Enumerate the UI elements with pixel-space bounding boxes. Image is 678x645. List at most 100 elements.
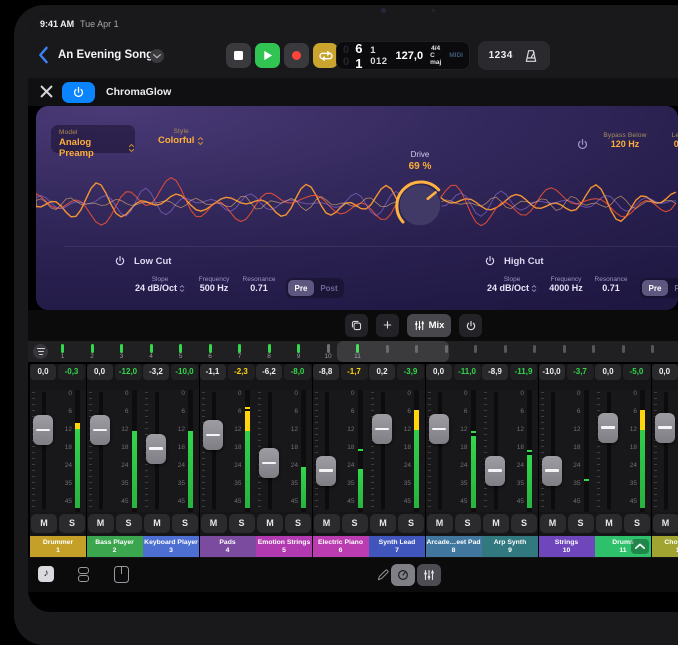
track-name-card[interactable]: Strings 10 — [539, 536, 595, 557]
play-button[interactable] — [255, 43, 280, 68]
channel-volume-readout[interactable]: -1,1 — [200, 364, 226, 380]
channel-volume-readout[interactable]: -6,2 — [256, 364, 282, 380]
fader-cap[interactable] — [33, 415, 53, 445]
low-cut-slope[interactable]: Slope 24 dB/Oct — [132, 276, 188, 293]
mute-button[interactable]: M — [201, 514, 227, 533]
track-name-card[interactable]: Bass Player 2 — [87, 536, 143, 557]
song-title[interactable]: An Evening Song — [58, 49, 153, 61]
solo-button[interactable]: S — [511, 514, 537, 533]
fader-cap[interactable] — [655, 413, 675, 443]
add-track-button[interactable]: + — [376, 314, 399, 337]
high-cut-pre-button[interactable]: Pre — [642, 280, 668, 296]
metronome-icon[interactable] — [523, 48, 539, 64]
track-name-card[interactable]: Emotion Strings 5 — [256, 536, 312, 557]
solo-button[interactable]: S — [59, 514, 85, 533]
lcd-display[interactable]: 0 0 6 1 1 012 127,0 4/4 C maj MIDI — [336, 41, 470, 70]
fader-cap[interactable] — [146, 434, 166, 464]
fader-cap[interactable] — [316, 456, 336, 486]
level-control[interactable]: Level 0.0 — [660, 132, 678, 149]
browser-icon[interactable]: ♪ — [38, 566, 56, 584]
track-name-card[interactable]: Drummer 1 — [30, 536, 86, 557]
channel-peak-readout[interactable]: -12,0 — [115, 364, 142, 380]
solo-button[interactable]: S — [398, 514, 424, 533]
track-minimap[interactable]: 1234567891011 — [28, 341, 678, 362]
high-cut-slope[interactable]: Slope 24 dB/Oct — [484, 276, 540, 293]
channel-volume-readout[interactable]: 0,0 — [30, 364, 56, 380]
low-cut-power-icon[interactable] — [114, 255, 126, 267]
plugins-icon[interactable] — [76, 566, 94, 584]
song-menu-button[interactable] — [150, 49, 164, 63]
solo-button[interactable]: S — [342, 514, 368, 533]
mute-button[interactable]: M — [596, 514, 622, 533]
solo-button[interactable]: S — [568, 514, 594, 533]
high-cut-frequency[interactable]: Frequency 4000 Hz — [540, 276, 592, 293]
count-in-button[interactable]: 1234 — [489, 50, 513, 61]
fader-cap[interactable] — [372, 414, 392, 444]
duplicate-button[interactable] — [345, 314, 368, 337]
track-name-card[interactable]: Chorus V 12 — [652, 536, 678, 557]
drive-knob[interactable] — [391, 176, 449, 234]
channel-peak-readout[interactable]: -2,3 — [228, 364, 255, 380]
channel-peak-readout[interactable]: -5,0 — [623, 364, 650, 380]
solo-button[interactable]: S — [116, 514, 142, 533]
fader-cap[interactable] — [203, 420, 223, 450]
low-cut-pre-button[interactable]: Pre — [288, 280, 314, 296]
record-button[interactable] — [284, 43, 309, 68]
fader-cap[interactable] — [90, 415, 110, 445]
controls-view-button[interactable] — [391, 564, 415, 586]
bypass-power-icon[interactable] — [576, 138, 589, 151]
mute-button[interactable]: M — [88, 514, 114, 533]
channel-peak-readout[interactable]: -0,3 — [58, 364, 85, 380]
channel-peak-readout[interactable]: -1,7 — [341, 364, 368, 380]
channel-volume-readout[interactable]: -8,9 — [482, 364, 508, 380]
low-cut-post-button[interactable]: Post — [316, 280, 342, 296]
solo-button[interactable]: S — [172, 514, 198, 533]
channel-volume-readout[interactable]: 0,0 — [652, 364, 678, 380]
track-name-card[interactable]: Pads 4 — [200, 536, 256, 557]
mix-view-button[interactable]: Mix — [407, 314, 451, 337]
mute-button[interactable]: M — [483, 514, 509, 533]
channel-volume-readout[interactable]: 0,0 — [426, 364, 452, 380]
track-name-card[interactable]: Arp Synth 9 — [482, 536, 538, 557]
fader-cap[interactable] — [485, 456, 505, 486]
mute-button[interactable]: M — [427, 514, 453, 533]
solo-button[interactable]: S — [624, 514, 650, 533]
channel-volume-readout[interactable]: -8,8 — [313, 364, 339, 380]
channel-volume-readout[interactable]: 0,2 — [369, 364, 395, 380]
low-cut-resonance[interactable]: Resonance 0.71 — [236, 276, 282, 293]
channel-volume-readout[interactable]: 0,0 — [595, 364, 621, 380]
cycle-button[interactable] — [313, 43, 338, 68]
channel-peak-readout[interactable]: -10,0 — [171, 364, 198, 380]
mute-button[interactable]: M — [257, 514, 283, 533]
channel-peak-readout[interactable]: -8,0 — [284, 364, 311, 380]
stop-button[interactable] — [226, 43, 251, 68]
track-name-card[interactable]: Electric Piano 6 — [313, 536, 369, 557]
high-cut-resonance[interactable]: Resonance 0.71 — [588, 276, 634, 293]
faders-view-button[interactable] — [417, 564, 441, 586]
pencil-icon[interactable] — [376, 568, 390, 582]
chevron-up-icon[interactable] — [631, 539, 649, 554]
mute-button[interactable]: M — [314, 514, 340, 533]
mixer-power-button[interactable] — [459, 314, 482, 337]
mute-button[interactable]: M — [31, 514, 57, 533]
mute-button[interactable]: M — [540, 514, 566, 533]
fader-cap[interactable] — [259, 448, 279, 478]
channel-peak-readout[interactable]: -3,7 — [567, 364, 594, 380]
solo-button[interactable]: S — [455, 514, 481, 533]
mute-button[interactable]: M — [370, 514, 396, 533]
minimap-visible-window[interactable] — [337, 341, 449, 362]
track-name-card[interactable]: Arcade…eet Pad 8 — [426, 536, 482, 557]
filter-icon[interactable] — [33, 344, 48, 359]
high-cut-power-icon[interactable] — [484, 255, 496, 267]
bypass-below-control[interactable]: Bypass Below 120 Hz — [594, 132, 656, 149]
solo-button[interactable]: S — [285, 514, 311, 533]
high-cut-post-button[interactable]: Post — [670, 280, 678, 296]
track-name-card[interactable]: Keyboard Player 3 — [143, 536, 199, 557]
low-cut-frequency[interactable]: Frequency 500 Hz — [188, 276, 240, 293]
track-name-card[interactable]: Drums 11 — [595, 536, 651, 557]
close-icon[interactable] — [40, 85, 53, 98]
channel-volume-readout[interactable]: -3,2 — [143, 364, 169, 380]
fader-cap[interactable] — [429, 414, 449, 444]
mute-button[interactable]: M — [144, 514, 170, 533]
model-selector[interactable]: Model Analog Preamp — [51, 125, 135, 153]
